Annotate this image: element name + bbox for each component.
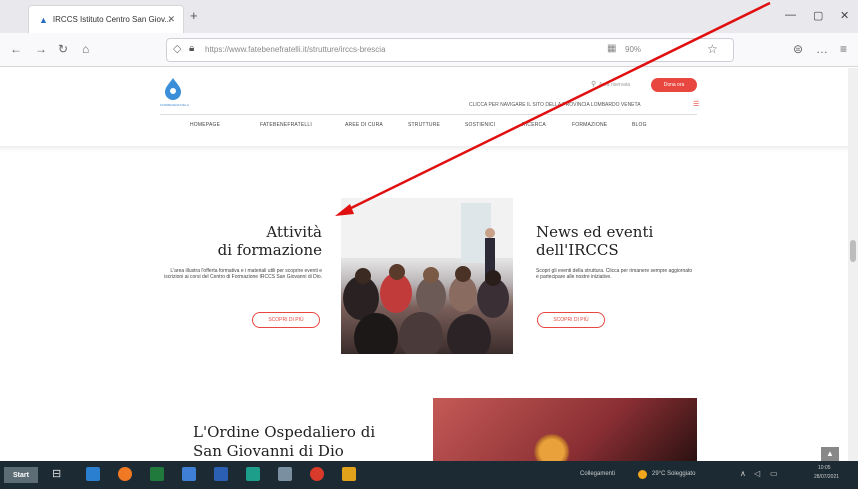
- zoom-level[interactable]: 90%: [625, 45, 641, 54]
- lock-icon[interactable]: 🔒︎: [189, 43, 194, 54]
- library-icon[interactable]: …: [816, 42, 828, 56]
- page-scrollbar[interactable]: [848, 68, 858, 461]
- network-label[interactable]: Collegamenti: [580, 471, 615, 477]
- folder-icon[interactable]: [342, 467, 356, 481]
- news-scopri-button[interactable]: SCOPRI DI PIÙ: [537, 312, 605, 328]
- hamburger-icon[interactable]: ☰: [693, 100, 699, 108]
- back-to-top-icon[interactable]: ▲: [821, 447, 839, 461]
- site-logo-icon[interactable]: [160, 76, 186, 102]
- site-header: [0, 68, 858, 148]
- word-icon[interactable]: [214, 467, 228, 481]
- edge-icon[interactable]: [86, 467, 100, 481]
- reload-icon[interactable]: ↻: [58, 42, 68, 56]
- menu-item-strutture[interactable]: STRUTTURE: [408, 122, 440, 128]
- ordine-title-line2: San Giovanni di Dio: [193, 442, 344, 460]
- maximize-icon[interactable]: ▢: [813, 9, 823, 22]
- menu-item-sostienici[interactable]: SOSTIENICI: [465, 122, 495, 128]
- search-icon[interactable]: ⚲: [591, 80, 596, 88]
- shield-icon[interactable]: ◇: [173, 42, 181, 55]
- shield-menu-icon[interactable]: ⊜: [793, 42, 803, 56]
- app-icon[interactable]: [182, 467, 196, 481]
- excel-icon[interactable]: [150, 467, 164, 481]
- browser-tab[interactable]: ▲ IRCCS Istituto Centro San Giov... ✕: [28, 5, 184, 33]
- conference-photo: [341, 198, 513, 354]
- back-icon[interactable]: ←: [10, 42, 22, 56]
- browser-tab-bar: ▲ IRCCS Istituto Centro San Giov... ✕ + …: [0, 0, 858, 33]
- address-bar[interactable]: ◇ 🔒︎ https://www.fatebenefratelli.it/str…: [166, 38, 734, 62]
- logo-subtitle: FATEBENEFRATELLI: [160, 103, 190, 107]
- explorer-icon[interactable]: [278, 467, 292, 481]
- tray-chevron-icon[interactable]: ∧: [740, 469, 746, 478]
- attivita-title: Attività di formazione: [160, 223, 322, 259]
- attivita-text: L'area illustra l'offerta formativa e i …: [164, 268, 322, 280]
- donate-button[interactable]: Dona ora: [651, 78, 697, 92]
- news-title-line1: News ed eventi: [536, 223, 654, 241]
- menu-item-ricerca[interactable]: RICERCA: [522, 122, 546, 128]
- task-view-icon[interactable]: ⊟: [52, 467, 61, 480]
- ordine-title: L'Ordine Ospedaliero di San Giovanni di …: [193, 423, 375, 461]
- url-text[interactable]: https://www.fatebenefratelli.it/struttur…: [205, 45, 386, 54]
- menu-icon[interactable]: ≡: [840, 42, 847, 56]
- home-icon[interactable]: ⌂: [82, 42, 89, 56]
- volume-icon[interactable]: ◁: [754, 469, 760, 478]
- ordine-image: [433, 398, 697, 461]
- close-window-icon[interactable]: ✕: [840, 9, 849, 22]
- menu-item-formazione[interactable]: FORMAZIONE: [572, 122, 607, 128]
- menu-item-homepage[interactable]: HOMEPAGE: [190, 122, 220, 128]
- tab-title: IRCCS Istituto Centro San Giov...: [52, 15, 172, 24]
- start-button[interactable]: Start: [4, 467, 38, 483]
- extension-icon[interactable]: ▦: [607, 43, 616, 54]
- forward-icon[interactable]: →: [35, 42, 47, 56]
- scrollbar-thumb[interactable]: [850, 240, 856, 262]
- menu-item-blog[interactable]: BLOG: [632, 122, 647, 128]
- teams-icon[interactable]: [246, 467, 260, 481]
- region-link[interactable]: CLICCA PER NAVIGARE IL SITO DELLA PROVIN…: [469, 102, 641, 108]
- news-title-line2: dell'IRCCS: [536, 241, 619, 259]
- clock-time[interactable]: 10:05: [818, 465, 831, 471]
- attivita-title-line1: Attività: [266, 223, 322, 241]
- menu-item-fatebenefratelli[interactable]: FATEBENEFRATELLI: [260, 122, 312, 128]
- menu-item-aree-di-cura[interactable]: AREE DI CURA: [345, 122, 383, 128]
- weather-text[interactable]: 29°C Soleggiato: [652, 471, 695, 477]
- header-divider: [160, 114, 697, 115]
- area-riservata-link[interactable]: Area riservata: [599, 82, 630, 88]
- main-menu: HOMEPAGE FATEBENEFRATELLI AREE DI CURA S…: [160, 122, 697, 134]
- attivita-scopri-button[interactable]: SCOPRI DI PIÙ: [252, 312, 320, 328]
- ordine-title-line1: L'Ordine Ospedaliero di: [193, 423, 376, 441]
- site-favicon-icon: ▲: [39, 14, 48, 25]
- clock-date[interactable]: 28/07/2021: [814, 474, 839, 480]
- network-icon[interactable]: ▭: [770, 469, 778, 478]
- bookmark-star-icon[interactable]: ☆: [707, 42, 718, 56]
- close-tab-icon[interactable]: ✕: [167, 14, 175, 25]
- new-tab-button[interactable]: +: [190, 8, 198, 23]
- firefox-icon[interactable]: [118, 467, 132, 481]
- browser-toolbar: ← → ↻ ⌂ ◇ 🔒︎ https://www.fatebenefratell…: [0, 33, 858, 67]
- attivita-title-line2: di formazione: [217, 241, 322, 259]
- header-shadow: [0, 146, 858, 152]
- news-title: News ed eventi dell'IRCCS: [536, 223, 653, 259]
- minimize-icon[interactable]: —: [785, 9, 796, 21]
- chrome-icon[interactable]: [310, 467, 324, 481]
- windows-taskbar: Start ⊟ Collegamenti 29°C Soleggiato ∧ ◁…: [0, 461, 858, 489]
- news-text: Scopri gli eventi della struttura. Clicc…: [536, 268, 693, 280]
- sun-icon[interactable]: [638, 470, 647, 479]
